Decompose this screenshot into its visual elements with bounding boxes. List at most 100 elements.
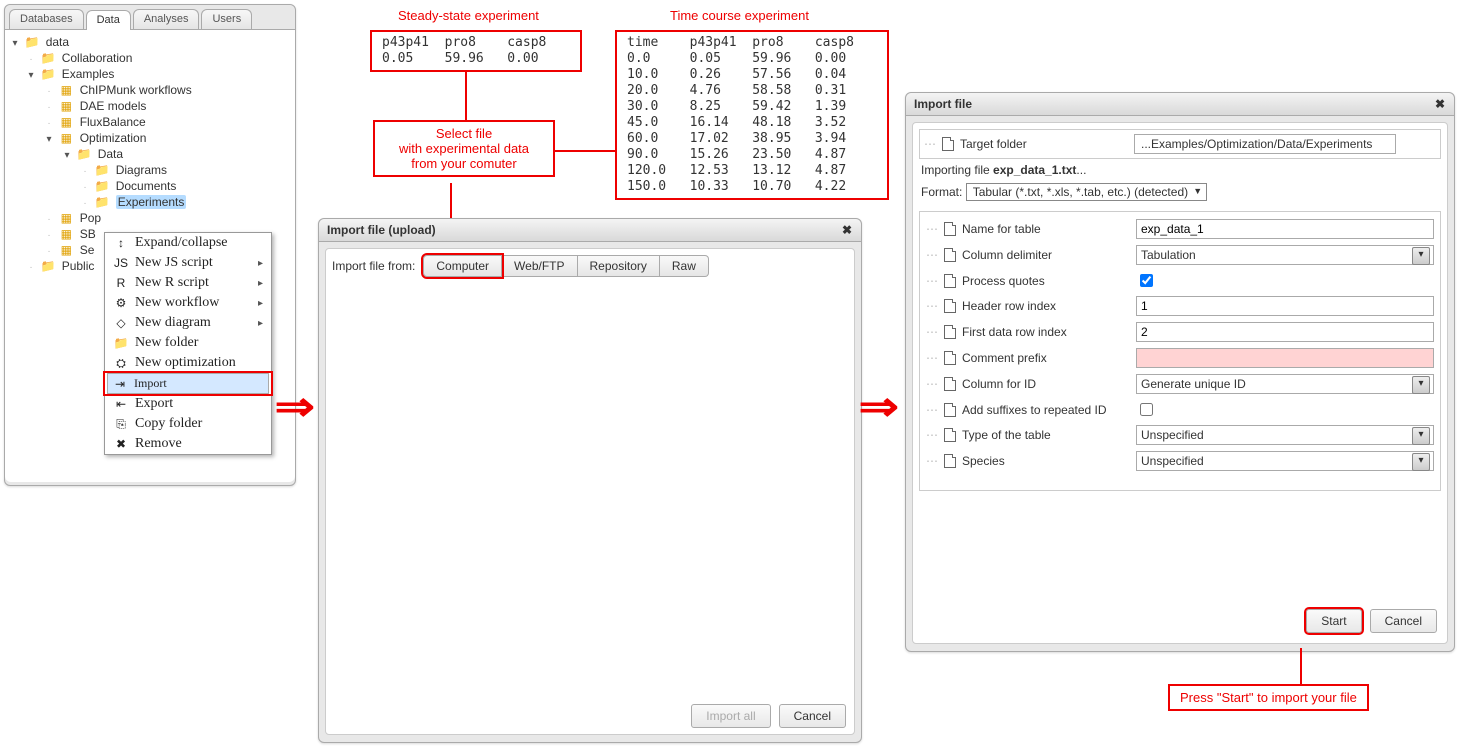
menu-icon: ⇥	[112, 377, 128, 391]
menu-icon: ⇤	[113, 397, 129, 411]
leaf-icon	[79, 179, 91, 193]
tab-databases[interactable]: Databases	[9, 9, 84, 29]
file-icon	[944, 403, 956, 417]
tab-data[interactable]: Data	[86, 10, 131, 30]
tree-diagrams[interactable]: 📁 Diagrams	[7, 162, 293, 178]
callout-line: Select file	[385, 126, 543, 141]
text-input[interactable]	[1136, 219, 1434, 239]
submenu-arrow-icon: ▸	[258, 258, 263, 269]
menu-icon: 📁	[113, 336, 129, 350]
checkbox-input[interactable]	[1140, 403, 1153, 416]
field-label: ⋯Type of the table	[926, 428, 1136, 442]
checkbox-input[interactable]	[1140, 274, 1153, 287]
field-control	[1136, 271, 1434, 290]
tree-chipmunk[interactable]: ▦ ChIPMunk workflows	[7, 82, 293, 98]
settings-title: Import file	[914, 97, 972, 111]
tree-examples[interactable]: 📁 Examples	[7, 66, 293, 82]
select-input[interactable]: Unspecified	[1136, 451, 1434, 471]
source-webftp[interactable]: Web/FTP	[502, 255, 577, 277]
ctx-copy-folder[interactable]: ⎘Copy folder	[105, 414, 271, 434]
ctx-export[interactable]: ⇤Export	[105, 394, 271, 414]
tree-dae[interactable]: ▦ DAE models	[7, 98, 293, 114]
field-header-row-index: ⋯Header row index	[922, 293, 1438, 319]
expand-icon[interactable]	[43, 131, 55, 145]
callout-line: from your comuter	[385, 156, 543, 171]
tab-analyses[interactable]: Analyses	[133, 9, 200, 29]
format-row: Format: Tabular (*.txt, *.xls, *.tab, et…	[919, 179, 1441, 207]
field-label: ⋯Species	[926, 454, 1136, 468]
ctx-new-workflow[interactable]: ⚙New workflow▸	[105, 293, 271, 313]
target-folder-value[interactable]: ...Examples/Optimization/Data/Experiment…	[1134, 134, 1396, 154]
tree-pop[interactable]: ▦ Pop	[7, 210, 293, 226]
select-input[interactable]: Unspecified	[1136, 425, 1434, 445]
submenu-arrow-icon: ▸	[258, 318, 263, 329]
connector-line	[465, 72, 467, 120]
ctx-new-folder[interactable]: 📁 New folder	[105, 333, 271, 353]
arrow-icon: ⇒	[275, 384, 315, 430]
file-icon	[944, 428, 956, 442]
leaf-icon	[43, 211, 55, 225]
field-species: ⋯SpeciesUnspecified	[922, 448, 1438, 474]
menu-label: New R script	[135, 275, 209, 291]
target-folder-label: ⋯ Target folder	[924, 137, 1134, 151]
ctx-new-r-script[interactable]: RNew R script▸	[105, 273, 271, 293]
settings-cancel-button[interactable]: Cancel	[1370, 609, 1437, 633]
expand-icon[interactable]	[61, 147, 73, 161]
menu-icon: ✖	[113, 437, 129, 451]
tree-label: Optimization	[80, 131, 147, 145]
tree-label: data	[46, 35, 69, 49]
leaf-icon	[43, 99, 55, 113]
upload-header: Import file (upload) ✖	[319, 219, 861, 242]
ctx-import[interactable]: ⇥Import	[107, 373, 269, 394]
expand-icon[interactable]	[25, 67, 37, 81]
expand-icon[interactable]	[9, 35, 21, 49]
leaf-icon	[79, 163, 91, 177]
upload-cancel-button[interactable]: Cancel	[779, 704, 846, 728]
tree-experiments[interactable]: 📁 Experiments	[7, 194, 293, 210]
ctx-new-diagram[interactable]: ◇New diagram▸	[105, 313, 271, 333]
tab-users[interactable]: Users	[201, 9, 252, 29]
text-input[interactable]	[1136, 348, 1434, 368]
file-icon	[944, 351, 956, 365]
connector-line	[1300, 648, 1302, 684]
select-input[interactable]: Generate unique ID	[1136, 374, 1434, 394]
start-button[interactable]: Start	[1306, 609, 1361, 633]
ctx-remove[interactable]: ✖Remove	[105, 434, 271, 454]
tree-documents[interactable]: 📁 Documents	[7, 178, 293, 194]
menu-label: New workflow	[135, 295, 219, 311]
tree-label: Diagrams	[116, 163, 167, 177]
tree-data[interactable]: 📁 Data	[7, 146, 293, 162]
source-raw[interactable]: Raw	[660, 255, 709, 277]
format-select[interactable]: Tabular (*.txt, *.xls, *.tab, etc.) (det…	[966, 183, 1207, 201]
tree-optimization[interactable]: ▦ Optimization	[7, 130, 293, 146]
folder-icon: 📁	[94, 163, 110, 177]
import-all-button[interactable]: Import all	[691, 704, 770, 728]
ctx-new-js-script[interactable]: JSNew JS script▸	[105, 253, 271, 273]
callout-select-file: Select file with experimental data from …	[373, 120, 555, 177]
close-icon[interactable]: ✖	[839, 223, 855, 239]
field-column-delimiter: ⋯Column delimiterTabulation	[922, 242, 1438, 268]
tree-root[interactable]: 📁 data	[7, 34, 293, 50]
field-first-data-row-index: ⋯First data row index	[922, 319, 1438, 345]
menu-label: New folder	[135, 335, 198, 351]
text-input[interactable]	[1136, 296, 1434, 316]
field-process-quotes: ⋯Process quotes	[922, 268, 1438, 293]
ctx-expand-collapse[interactable]: ↕Expand/collapse	[105, 233, 271, 253]
field-label: ⋯Column for ID	[926, 377, 1136, 391]
tree-collaboration[interactable]: 📁 Collaboration	[7, 50, 293, 66]
source-repository[interactable]: Repository	[578, 255, 660, 277]
tree-flux[interactable]: ▦ FluxBalance	[7, 114, 293, 130]
ctx-new-optimization[interactable]: ⛭New optimization	[105, 353, 271, 373]
tree-label: Data	[98, 147, 123, 161]
menu-label: New JS script	[135, 255, 213, 271]
text-input[interactable]	[1136, 322, 1434, 342]
source-computer[interactable]: Computer	[423, 255, 502, 277]
tree-label: SB	[80, 227, 96, 241]
close-icon[interactable]: ✖	[1432, 97, 1448, 113]
field-type-of-the-table: ⋯Type of the tableUnspecified	[922, 422, 1438, 448]
select-input[interactable]: Tabulation	[1136, 245, 1434, 265]
db-icon: ▦	[58, 83, 74, 97]
field-control	[1136, 219, 1434, 239]
leaf-icon	[43, 115, 55, 129]
menu-label: New diagram	[135, 315, 211, 331]
